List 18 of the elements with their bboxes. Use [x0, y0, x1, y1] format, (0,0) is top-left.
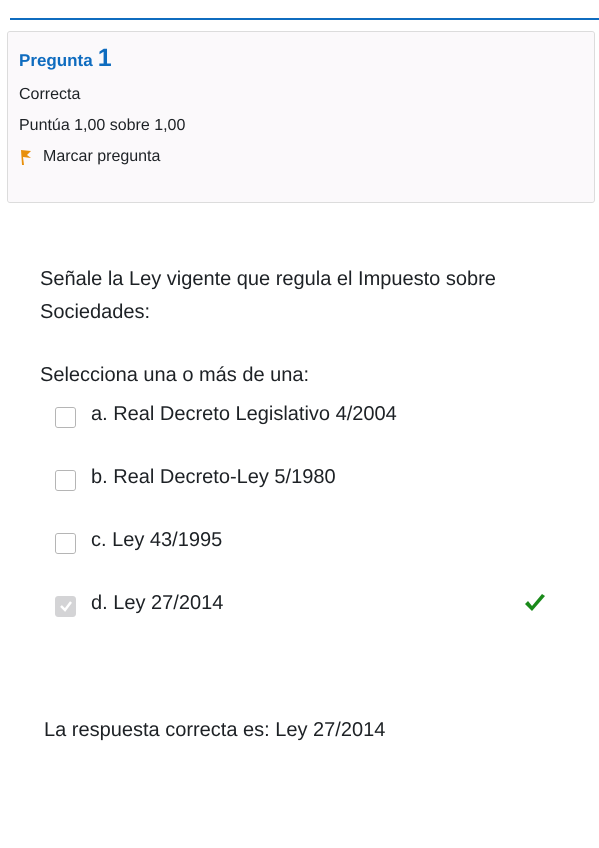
question-state: Correcta	[19, 86, 82, 104]
flag-icon[interactable]	[19, 148, 33, 166]
answer-checkbox[interactable]	[55, 470, 76, 490]
answer-option: b. Real Decreto-Ley 5/1980	[91, 466, 336, 488]
question-number: 1	[98, 44, 112, 73]
answer-option: d. Ley 27/2014	[91, 592, 224, 614]
question-label: Pregunta	[19, 51, 93, 71]
question-text: Señale la Ley vigente que regula el Impuesto sobre Sociedades:	[40, 267, 497, 325]
answer-option: a. Real Decreto Legislativo 4/2004	[91, 402, 397, 426]
flag-question-link[interactable]: Marcar pregunta	[43, 148, 160, 166]
answer-checkbox[interactable]	[55, 406, 76, 428]
answer-prompt: Selecciona una o más de una:	[40, 364, 310, 387]
answer-checkbox[interactable]	[55, 532, 76, 554]
answer-option: c. Ley 43/1995	[91, 528, 222, 552]
checkmark-icon	[58, 599, 72, 613]
correct-answer-text: La respuesta correcta es: Ley 27/2014	[44, 719, 386, 742]
answer-checkbox[interactable]	[55, 596, 76, 616]
question-grade: Puntúa 1,00 sobre 1,00	[19, 117, 186, 135]
